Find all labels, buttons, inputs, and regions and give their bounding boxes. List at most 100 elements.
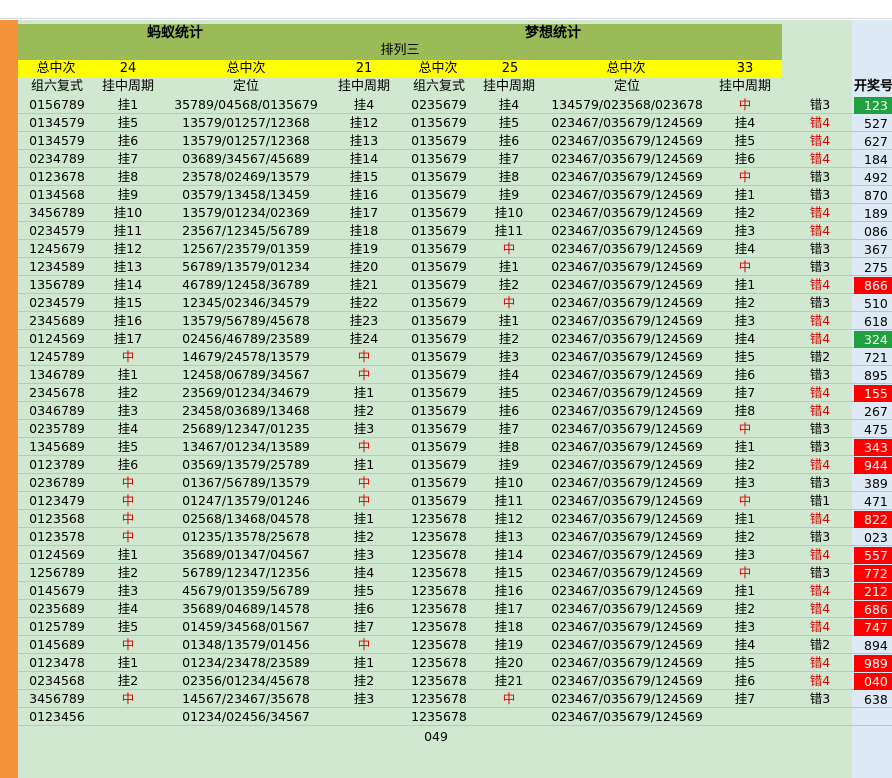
- cell-cycle-d[interactable]: 挂3: [712, 474, 778, 492]
- cell-cycle-b[interactable]: 挂2: [332, 528, 396, 546]
- cell-cycle-d[interactable]: 挂2: [712, 294, 778, 312]
- cell-error-count[interactable]: 错4: [800, 582, 840, 600]
- cell-cycle-b[interactable]: 中: [332, 492, 396, 510]
- cell-combo-b[interactable]: 0235679: [404, 96, 474, 114]
- cell-cycle-c[interactable]: 挂9: [476, 456, 542, 474]
- cell-draw-result[interactable]: 040: [854, 673, 892, 690]
- cell-cycle-a[interactable]: 中: [96, 474, 160, 492]
- cell-combo-b[interactable]: 1235678: [404, 654, 474, 672]
- cell-draw-result[interactable]: 686: [854, 601, 892, 618]
- cell-combo-a[interactable]: 0134568: [20, 186, 94, 204]
- cell-position-a[interactable]: 13467/01234/13589: [170, 438, 322, 456]
- cell-cycle-b[interactable]: 挂21: [332, 276, 396, 294]
- cell-position-a[interactable]: 03569/13579/25789: [170, 456, 322, 474]
- cell-cycle-a[interactable]: 挂15: [96, 294, 160, 312]
- cell-position-a[interactable]: 02356/01234/45678: [170, 672, 322, 690]
- cell-position-b[interactable]: 023467/035679/124569: [540, 150, 714, 168]
- cell-cycle-a[interactable]: 中: [96, 690, 160, 708]
- cell-combo-b[interactable]: 0135679: [404, 276, 474, 294]
- cell-combo-a[interactable]: 0234579: [20, 222, 94, 240]
- cell-error-count[interactable]: 错3: [800, 528, 840, 546]
- cell-cycle-d[interactable]: 挂4: [712, 240, 778, 258]
- cell-cycle-b[interactable]: 挂12: [332, 114, 396, 132]
- cell-error-count[interactable]: 错1: [800, 492, 840, 510]
- cell-combo-a[interactable]: 0346789: [20, 402, 94, 420]
- cell-position-b[interactable]: 023467/035679/124569: [540, 402, 714, 420]
- cell-combo-b[interactable]: 1235678: [404, 528, 474, 546]
- cell-cycle-d[interactable]: 挂3: [712, 618, 778, 636]
- cell-cycle-c[interactable]: 挂2: [476, 330, 542, 348]
- cell-draw-result[interactable]: 189: [854, 205, 892, 222]
- cell-combo-b[interactable]: 0135679: [404, 114, 474, 132]
- cell-draw-result[interactable]: 894: [854, 637, 892, 654]
- cell-draw-result[interactable]: 747: [854, 619, 892, 636]
- cell-cycle-b[interactable]: 挂14: [332, 150, 396, 168]
- cell-combo-a[interactable]: 0134579: [20, 114, 94, 132]
- cell-draw-result[interactable]: 627: [854, 133, 892, 150]
- cell-cycle-c[interactable]: 挂17: [476, 600, 542, 618]
- cell-error-count[interactable]: 错2: [800, 348, 840, 366]
- cell-draw-result[interactable]: 866: [854, 277, 892, 294]
- cell-error-count[interactable]: 错3: [800, 240, 840, 258]
- cell-error-count[interactable]: 错4: [800, 654, 840, 672]
- cell-cycle-d[interactable]: 挂1: [712, 276, 778, 294]
- cell-cycle-c[interactable]: 挂4: [476, 366, 542, 384]
- cell-position-a[interactable]: 45679/01359/56789: [170, 582, 322, 600]
- cell-combo-b[interactable]: 0135679: [404, 312, 474, 330]
- cell-combo-a[interactable]: 0145689: [20, 636, 94, 654]
- cell-cycle-d[interactable]: 挂1: [712, 438, 778, 456]
- cell-draw-result[interactable]: 822: [854, 511, 892, 528]
- cell-combo-b[interactable]: 0135679: [404, 222, 474, 240]
- cell-error-count[interactable]: 错4: [800, 384, 840, 402]
- cell-cycle-d[interactable]: 挂4: [712, 114, 778, 132]
- cell-cycle-a[interactable]: 挂16: [96, 312, 160, 330]
- cell-combo-b[interactable]: 0135679: [404, 132, 474, 150]
- cell-error-count[interactable]: 错2: [800, 636, 840, 654]
- cell-cycle-a[interactable]: 挂9: [96, 186, 160, 204]
- cell-cycle-c[interactable]: 挂7: [476, 150, 542, 168]
- cell-cycle-c[interactable]: 挂21: [476, 672, 542, 690]
- cell-position-b[interactable]: 023467/035679/124569: [540, 168, 714, 186]
- cell-draw-result[interactable]: 721: [854, 349, 892, 366]
- cell-error-count[interactable]: 错3: [800, 474, 840, 492]
- cell-error-count[interactable]: 错4: [800, 222, 840, 240]
- cell-cycle-d[interactable]: 挂1: [712, 510, 778, 528]
- cell-error-count[interactable]: 错4: [800, 132, 840, 150]
- cell-error-count[interactable]: 错3: [800, 168, 840, 186]
- cell-cycle-d[interactable]: 挂3: [712, 546, 778, 564]
- cell-error-count[interactable]: 错3: [800, 294, 840, 312]
- cell-cycle-c[interactable]: 挂18: [476, 618, 542, 636]
- cell-draw-result[interactable]: 475: [854, 421, 892, 438]
- cell-position-b[interactable]: 023467/035679/124569: [540, 546, 714, 564]
- cell-draw-result[interactable]: 267: [854, 403, 892, 420]
- cell-combo-b[interactable]: 1235678: [404, 564, 474, 582]
- cell-combo-a[interactable]: 0123456: [20, 708, 94, 726]
- cell-cycle-d[interactable]: 挂1: [712, 186, 778, 204]
- cell-cycle-c[interactable]: 挂11: [476, 222, 542, 240]
- cell-error-count[interactable]: 错3: [800, 186, 840, 204]
- cell-combo-a[interactable]: 1346789: [20, 366, 94, 384]
- cell-cycle-b[interactable]: 挂20: [332, 258, 396, 276]
- cell-position-a[interactable]: 13579/01257/12368: [170, 132, 322, 150]
- cell-cycle-a[interactable]: 中: [96, 636, 160, 654]
- cell-position-a[interactable]: 01348/13579/01456: [170, 636, 322, 654]
- cell-combo-a[interactable]: 0235789: [20, 420, 94, 438]
- cell-error-count[interactable]: 错4: [800, 276, 840, 294]
- cell-combo-b[interactable]: 0135679: [404, 294, 474, 312]
- cell-position-b[interactable]: 023467/035679/124569: [540, 114, 714, 132]
- cell-position-b[interactable]: 023467/035679/124569: [540, 276, 714, 294]
- cell-position-b[interactable]: 023467/035679/124569: [540, 420, 714, 438]
- cell-cycle-c[interactable]: 挂9: [476, 186, 542, 204]
- cell-cycle-c[interactable]: 挂10: [476, 474, 542, 492]
- cell-combo-a[interactable]: 0234789: [20, 150, 94, 168]
- cell-cycle-b[interactable]: 挂15: [332, 168, 396, 186]
- cell-cycle-b[interactable]: 挂16: [332, 186, 396, 204]
- cell-draw-result[interactable]: 471: [854, 493, 892, 510]
- cell-combo-a[interactable]: 2345678: [20, 384, 94, 402]
- cell-cycle-c[interactable]: 挂13: [476, 528, 542, 546]
- cell-combo-a[interactable]: 0156789: [20, 96, 94, 114]
- cell-cycle-b[interactable]: 中: [332, 438, 396, 456]
- cell-cycle-a[interactable]: 挂5: [96, 438, 160, 456]
- cell-cycle-a[interactable]: 挂3: [96, 582, 160, 600]
- cell-cycle-b[interactable]: 中: [332, 366, 396, 384]
